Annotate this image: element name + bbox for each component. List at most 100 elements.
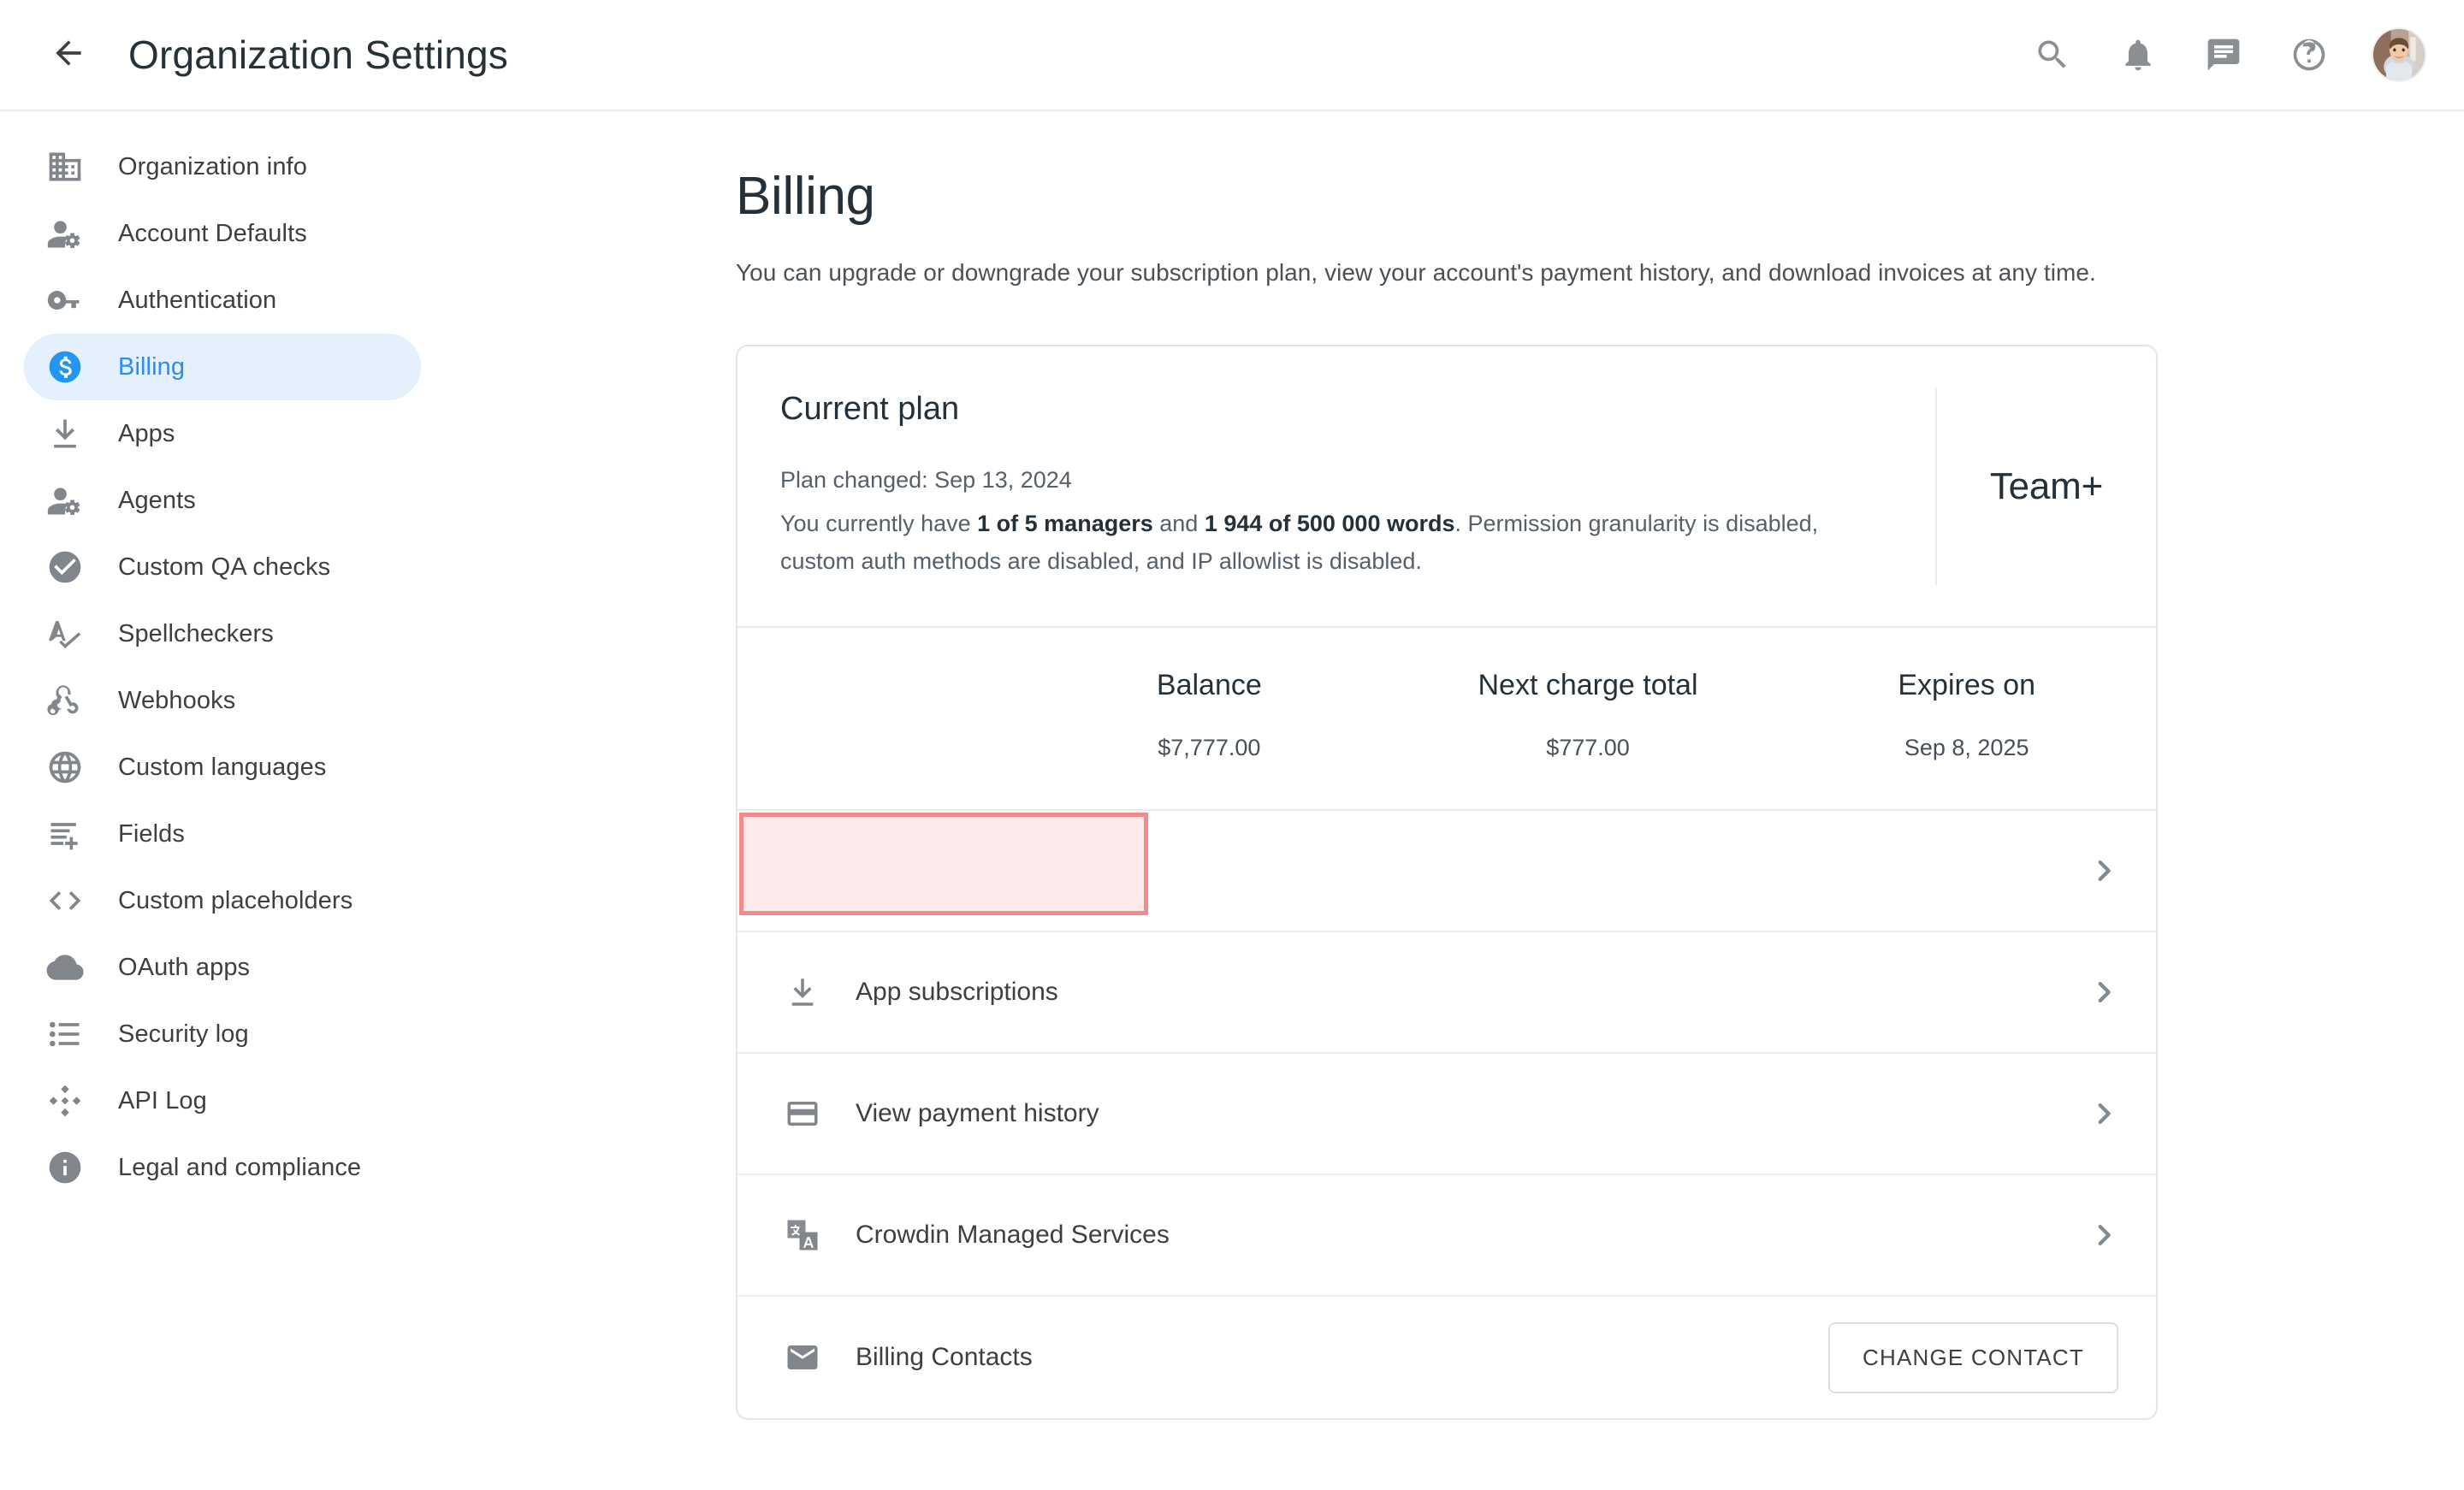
stats-leading-spacer <box>737 669 1020 761</box>
help-icon[interactable] <box>2286 32 2332 78</box>
settings-sidebar: Organization info Account Defaults Authent… <box>0 113 445 1490</box>
building-icon <box>43 145 87 189</box>
back-button[interactable] <box>41 27 96 82</box>
sidebar-item-agents[interactable]: Agents <box>24 467 421 534</box>
main-content: Billing You can upgrade or downgrade you… <box>445 113 2464 1490</box>
sidebar-item-legal-and-compliance[interactable]: Legal and compliance <box>24 1134 421 1201</box>
row-label: Crowdin Managed Services <box>856 1221 1170 1250</box>
row-label: Subscription plan <box>856 856 1053 885</box>
page-subtitle: You can upgrade or downgrade your subscr… <box>736 259 2096 286</box>
stat-expires-on: Expires on Sep 8, 2025 <box>1777 669 2156 761</box>
dollar-circle-icon <box>43 345 87 389</box>
chevron-right-icon[interactable] <box>2089 978 2118 1007</box>
sidebar-item-label: Apps <box>118 419 175 447</box>
stat-header: Balance <box>1156 669 1262 702</box>
bullet-list-icon <box>43 1012 87 1056</box>
page-title-header: Organization Settings <box>128 33 509 77</box>
top-app-bar: Organization Settings <box>0 0 2464 111</box>
eject-upgrade-icon <box>780 848 825 893</box>
row-label: Billing Contacts <box>856 1343 1033 1372</box>
sidebar-item-label: Fields <box>118 819 185 848</box>
sidebar-item-label: API Log <box>118 1086 207 1115</box>
sidebar-item-account-defaults[interactable]: Account Defaults <box>24 200 421 267</box>
code-brackets-icon <box>43 878 87 923</box>
row-label: App subscriptions <box>856 978 1058 1007</box>
sidebar-item-label: Account Defaults <box>118 219 307 247</box>
sidebar-item-webhooks[interactable]: Webhooks <box>24 667 421 734</box>
sidebar-item-spellcheckers[interactable]: Spellcheckers <box>24 600 421 667</box>
plan-usage-description: You currently have 1 of 5 managers and 1… <box>780 506 1887 580</box>
page-title: Billing <box>736 167 875 226</box>
sidebar-item-apps[interactable]: Apps <box>24 400 421 467</box>
current-plan-section: Current plan Plan changed: Sep 13, 2024 … <box>737 346 2156 626</box>
spellcheck-icon <box>43 612 87 656</box>
sidebar-item-security-log[interactable]: Security log <box>24 1001 421 1067</box>
sidebar-item-oauth-apps[interactable]: OAuth apps <box>24 934 421 1001</box>
sidebar-item-organization-info[interactable]: Organization info <box>24 133 421 200</box>
check-circle-icon <box>43 545 87 589</box>
plan-changed-date: Plan changed: Sep 13, 2024 <box>780 467 1072 493</box>
row-crowdin-managed-services[interactable]: Crowdin Managed Services <box>737 1175 2156 1298</box>
sidebar-item-custom-qa-checks[interactable]: Custom QA checks <box>24 534 421 600</box>
stat-next-charge-total: Next charge total $777.00 <box>1399 669 1778 761</box>
change-contact-button[interactable]: CHANGE CONTACT <box>1828 1321 2118 1393</box>
billing-stats-row: Balance $7,777.00 Next charge total $777.00… <box>737 626 2156 809</box>
envelope-icon <box>780 1335 825 1380</box>
sidebar-item-billing[interactable]: Billing <box>24 334 421 400</box>
download-icon <box>43 411 87 456</box>
translate-icon <box>780 1213 825 1257</box>
sidebar-item-custom-placeholders[interactable]: Custom placeholders <box>24 867 421 934</box>
sidebar-item-fields[interactable]: Fields <box>24 801 421 867</box>
chevron-right-icon[interactable] <box>2089 1099 2118 1128</box>
billing-actions-list: Subscription plan App subscriptions View p… <box>737 809 2156 1418</box>
person-gear-icon <box>43 478 87 523</box>
sidebar-item-label: Custom QA checks <box>118 553 331 581</box>
row-billing-contacts[interactable]: Billing Contacts CHANGE CONTACT <box>737 1297 2156 1418</box>
user-avatar[interactable] <box>2372 27 2426 82</box>
managers-count: 1 of 5 managers <box>977 511 1153 536</box>
plan-badge: Team+ <box>1989 464 2104 507</box>
row-label: View payment history <box>856 1099 1099 1128</box>
sidebar-item-label: Custom placeholders <box>118 886 353 914</box>
diamond-grid-icon <box>43 1079 87 1123</box>
search-icon[interactable] <box>2029 32 2076 78</box>
bell-icon[interactable] <box>2115 32 2161 78</box>
globe-icon <box>43 745 87 789</box>
sidebar-item-label: Organization info <box>118 152 307 180</box>
credit-card-icon <box>780 1091 825 1136</box>
stat-value: $7,777.00 <box>1158 735 1261 761</box>
info-circle-icon <box>43 1145 87 1190</box>
sidebar-item-label: Spellcheckers <box>118 619 274 647</box>
topbar-actions <box>2029 27 2426 82</box>
sidebar-item-label: Webhooks <box>118 686 236 714</box>
sidebar-item-label: Billing <box>118 352 186 381</box>
row-app-subscriptions[interactable]: App subscriptions <box>737 932 2156 1055</box>
sidebar-item-authentication[interactable]: Authentication <box>24 267 421 334</box>
sidebar-item-label: Custom languages <box>118 753 327 781</box>
row-subscription-plan[interactable]: Subscription plan <box>737 811 2156 933</box>
sidebar-item-label: Authentication <box>118 286 277 314</box>
chevron-right-icon[interactable] <box>2089 1221 2118 1250</box>
chat-icon[interactable] <box>2200 32 2247 78</box>
download-icon <box>780 970 825 1014</box>
webhook-icon <box>43 678 87 723</box>
desc-mid: and <box>1152 511 1205 536</box>
key-icon <box>43 278 87 322</box>
sidebar-item-custom-languages[interactable]: Custom languages <box>24 734 421 801</box>
stat-header: Expires on <box>1898 669 2035 702</box>
stat-header: Next charge total <box>1478 669 1698 702</box>
row-view-payment-history[interactable]: View payment history <box>737 1054 2156 1176</box>
sidebar-item-label: Security log <box>118 1020 249 1048</box>
current-plan-heading: Current plan <box>780 391 960 427</box>
person-gear-icon <box>43 211 87 256</box>
stat-value: $777.00 <box>1546 735 1630 761</box>
billing-card: Current plan Plan changed: Sep 13, 2024 … <box>736 345 2158 1421</box>
words-count: 1 944 of 500 000 words <box>1204 511 1455 536</box>
desc-prefix: You currently have <box>780 511 978 536</box>
sidebar-item-label: Agents <box>118 486 196 514</box>
sidebar-item-api-log[interactable]: API Log <box>24 1067 421 1134</box>
arrow-left-icon <box>50 34 87 76</box>
chevron-right-icon[interactable] <box>2089 856 2118 885</box>
cloud-icon <box>43 945 87 990</box>
list-plus-icon <box>43 812 87 856</box>
